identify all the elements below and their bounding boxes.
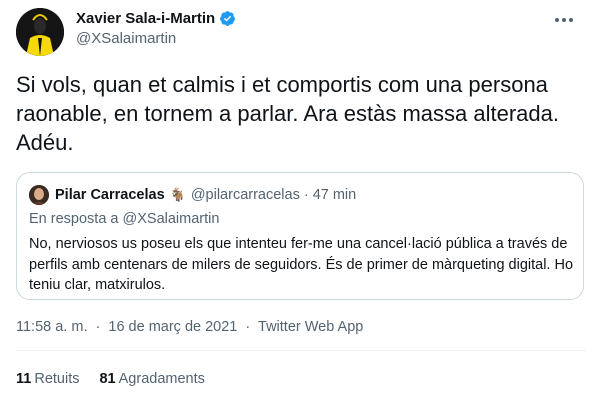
author-name[interactable]: Xavier Sala-i-Martin xyxy=(76,10,215,27)
reply-mention[interactable]: @XSalaimartin xyxy=(123,211,220,227)
quoted-tweet-time[interactable]: 47 min xyxy=(313,187,357,203)
quoted-tweet[interactable]: Pilar Carracelas 🐐 @pilarcarracelas · 47… xyxy=(16,172,584,300)
separator-dot: · xyxy=(245,319,251,335)
author-avatar[interactable] xyxy=(16,8,64,56)
tweet-text: Si vols, quan et calmis i et comportis c… xyxy=(16,72,559,155)
reply-context: En resposta a @XSalaimartin xyxy=(29,211,219,227)
quoted-author-handle: @pilarcarracelas xyxy=(190,187,300,203)
retweets-count: 11 xyxy=(16,371,32,387)
quoted-author-avatar[interactable] xyxy=(29,185,49,205)
quoted-tweet-text: No, nerviosos us poseu els que intenteu … xyxy=(29,236,574,293)
tweet-source-app[interactable]: Twitter Web App xyxy=(258,319,363,335)
separator-dot: · xyxy=(303,187,309,203)
tweet-metadata: 11:58 a. m. · 16 de març de 2021 · Twitt… xyxy=(16,319,363,335)
divider xyxy=(16,350,586,351)
author-block: Xavier Sala-i-Martin @XSalaimartin xyxy=(76,8,236,47)
goat-emoji: 🐐 xyxy=(169,187,186,202)
more-dots-icon[interactable] xyxy=(552,10,576,30)
tweet-stats: 11 Retuits 81 Agradaments xyxy=(16,371,225,387)
retweets-stat[interactable]: 11 Retuits xyxy=(16,371,79,387)
quoted-tweet-header: Pilar Carracelas 🐐 @pilarcarracelas · 47… xyxy=(29,185,356,205)
likes-count: 81 xyxy=(99,371,116,387)
tweet-time[interactable]: 11:58 a. m. xyxy=(16,319,87,335)
author-handle[interactable]: @XSalaimartin xyxy=(76,30,236,47)
likes-stat[interactable]: 81 Agradaments xyxy=(99,371,204,387)
separator-dot: · xyxy=(95,319,101,335)
verified-badge-icon xyxy=(220,10,236,26)
likes-label: Agradaments xyxy=(118,371,205,387)
tweet-date[interactable]: 16 de març de 2021 xyxy=(108,319,237,335)
retweets-label: Retuits xyxy=(34,371,80,387)
quoted-author-name[interactable]: Pilar Carracelas xyxy=(55,187,165,203)
reply-prefix: En resposta a xyxy=(29,211,119,227)
